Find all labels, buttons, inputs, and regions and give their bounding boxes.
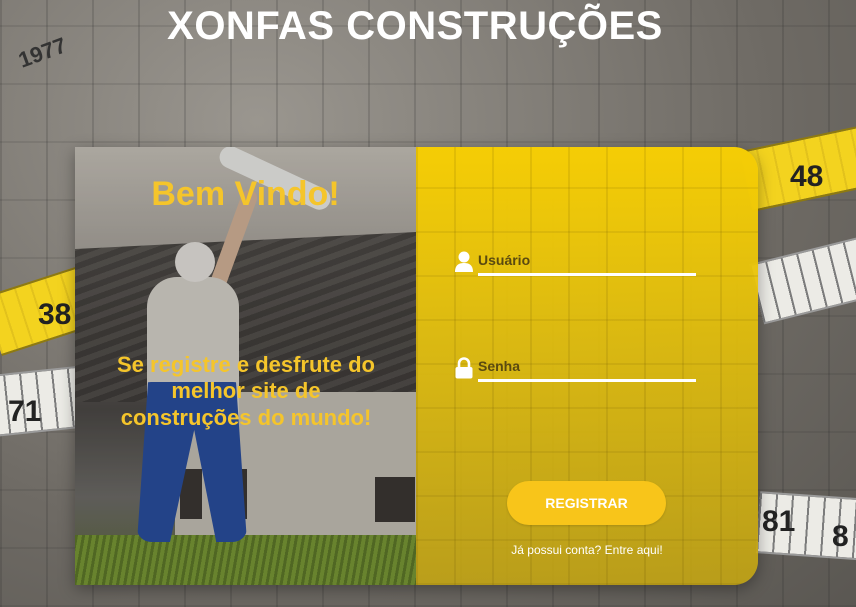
login-link[interactable]: Já possui conta? Entre aqui! <box>416 543 758 557</box>
lock-icon <box>454 357 474 379</box>
tape-number: 48 <box>790 160 824 193</box>
welcome-tagline: Se registre e desfrute do melhor site de… <box>117 352 375 430</box>
register-button[interactable]: REGISTRAR <box>507 481 666 525</box>
tape-number: 71 <box>8 395 42 428</box>
password-field <box>454 353 696 383</box>
form-panel: REGISTRAR Já possui conta? Entre aqui! <box>416 147 758 585</box>
password-input[interactable] <box>478 355 696 382</box>
site-title: XONFAS CONSTRUÇÕES <box>167 4 663 48</box>
username-input[interactable] <box>478 249 696 276</box>
username-field <box>454 247 696 277</box>
tape-number: 81 <box>762 505 796 538</box>
tape-number: 8 <box>832 520 849 553</box>
user-icon <box>454 251 474 273</box>
register-card: Bem Vindo! Se registre e desfrute do mel… <box>75 147 758 585</box>
tape-number: 38 <box>38 298 72 331</box>
welcome-panel: Bem Vindo! Se registre e desfrute do mel… <box>75 147 416 585</box>
welcome-heading: Bem Vindo! <box>151 175 340 213</box>
